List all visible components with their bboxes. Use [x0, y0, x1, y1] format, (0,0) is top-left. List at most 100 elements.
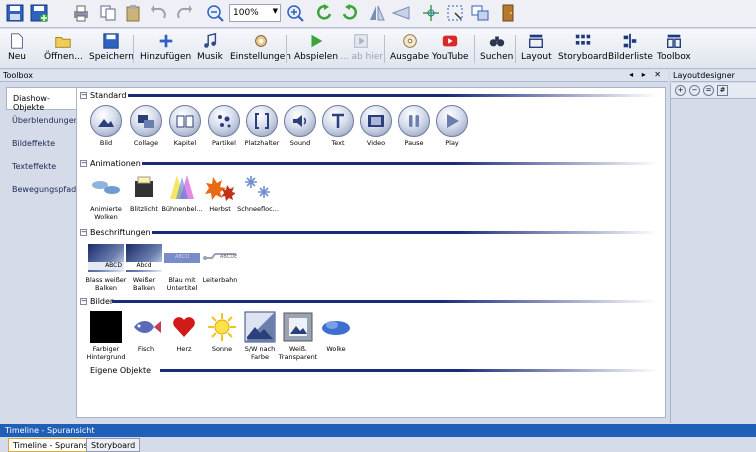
nav-transitions[interactable]: Überblendungen — [6, 110, 79, 133]
object-text[interactable]: Text — [319, 104, 357, 147]
image-list-label: Bilderliste — [608, 52, 653, 62]
anim-schneeflocken[interactable]: Schneefloc... — [237, 170, 279, 213]
open-label: Öffnen... — [44, 52, 83, 62]
zoom-out-icon[interactable]: − — [689, 85, 700, 96]
nav-image-effects[interactable]: Bildeffekte — [6, 133, 76, 156]
music-button[interactable]: Musik — [197, 32, 223, 66]
save-as-icon[interactable] — [28, 2, 50, 24]
image-wolke[interactable]: Wolke — [317, 310, 355, 353]
caption-sample: ABCDE — [220, 254, 237, 260]
print-icon[interactable] — [70, 2, 92, 24]
anim-herbst[interactable]: Herbst — [201, 170, 239, 213]
chapter-book-icon — [169, 105, 201, 137]
toolbox-icon — [666, 34, 681, 48]
crosshair-icon[interactable] — [420, 2, 442, 24]
object-kapitel[interactable]: Kapitel — [166, 104, 204, 147]
output-button[interactable]: Ausgabe — [390, 32, 429, 66]
zoom-level-select[interactable]: 100% ▼ — [229, 4, 281, 22]
image-list-button[interactable]: Bilderliste — [608, 32, 653, 66]
category-label: Beschriftungen — [90, 227, 151, 237]
sun-icon — [205, 310, 239, 344]
image-farbiger-hintergrund[interactable]: Farbiger Hintergrund — [86, 310, 126, 361]
redo-icon[interactable] — [173, 2, 195, 24]
category-eigene-objekte[interactable]: Eigene Objekte — [80, 365, 660, 375]
particle-icon — [208, 105, 240, 137]
zoom-out-icon[interactable] — [204, 2, 226, 24]
flip-horizontal-icon[interactable] — [366, 2, 388, 24]
layout-button[interactable]: Layout — [521, 32, 552, 66]
save-icon[interactable] — [4, 2, 26, 24]
undo-icon[interactable] — [148, 2, 170, 24]
clouds-icon — [89, 170, 123, 204]
rotate-right-icon[interactable] — [339, 2, 361, 24]
toolbox-button[interactable]: Toolbox — [657, 32, 691, 66]
nav-motion-paths[interactable]: Bewegungspfade — [6, 179, 81, 202]
nav-text-effects[interactable]: Texteffekte — [6, 156, 76, 179]
zoom-fit-icon[interactable]: = — [703, 85, 714, 96]
add-label: Hinzufügen — [140, 52, 192, 62]
image-sonne[interactable]: Sonne — [203, 310, 241, 353]
object-platzhalter[interactable]: Platzhalter — [243, 104, 281, 147]
category-animationen[interactable]: − Animationen — [80, 158, 660, 168]
storyboard-button[interactable]: Storyboard — [558, 32, 608, 66]
image-icon — [90, 105, 122, 137]
caption-leiterbahn[interactable]: ABCDE Leiterbahn — [201, 241, 239, 284]
object-partikel[interactable]: Partikel — [205, 104, 243, 147]
caption-blau-mit-untertitel[interactable]: ABCD Blau mit Untertitel — [163, 241, 201, 292]
settings-button[interactable]: Einstellungen — [230, 32, 291, 66]
collapse-icon[interactable]: − — [80, 91, 87, 99]
new-button[interactable]: Neu — [8, 32, 26, 66]
image-weiss-transparent[interactable]: Weiß. Transparent — [279, 310, 317, 361]
panel-controls[interactable]: ◂ ▸ ✕ — [629, 70, 664, 79]
object-collage[interactable]: Collage — [127, 104, 165, 147]
object-video[interactable]: Video — [357, 104, 395, 147]
collapse-icon[interactable]: − — [80, 228, 87, 236]
object-play[interactable]: Play — [433, 104, 471, 147]
open-button[interactable]: Öffnen... — [44, 32, 83, 66]
output-disc-icon — [402, 34, 417, 48]
rotate-left-icon[interactable] — [313, 2, 335, 24]
category-standard[interactable]: − Standard — [80, 90, 660, 100]
door-exit-icon[interactable] — [497, 2, 519, 24]
anim-wolken[interactable]: Animierte Wolken — [87, 170, 125, 221]
arrange-icon[interactable] — [469, 2, 491, 24]
collapse-icon[interactable]: − — [80, 297, 87, 305]
chevron-down-icon: ▼ — [272, 7, 278, 15]
image-sw-nach-farbe[interactable]: S/W nach Farbe — [241, 310, 279, 361]
play-from-here-button[interactable]: ... ab hier — [340, 32, 383, 66]
nav-slideshow-objects[interactable]: Diashow-Objekte — [6, 87, 76, 112]
zoom-in-icon[interactable] — [284, 2, 306, 24]
youtube-button[interactable]: YouTube — [432, 32, 469, 66]
category-beschriftungen[interactable]: − Beschriftungen — [80, 227, 660, 237]
object-bild[interactable]: Bild — [87, 104, 125, 147]
toolbox-panel: Diashow-Objekte Überblendungen Bildeffek… — [0, 83, 668, 423]
grid-icon[interactable]: # — [717, 85, 728, 96]
add-button[interactable]: Hinzufügen — [140, 32, 191, 66]
play-button[interactable]: Abspielen — [294, 32, 338, 66]
image-fisch[interactable]: Fisch — [127, 310, 165, 353]
category-divider — [152, 231, 658, 234]
tab-storyboard[interactable]: Storyboard — [86, 438, 141, 452]
paste-icon[interactable] — [122, 2, 144, 24]
zoom-in-icon[interactable]: + — [675, 85, 686, 96]
category-divider — [128, 94, 658, 97]
object-label: Play — [445, 139, 459, 147]
copy-icon[interactable] — [97, 2, 119, 24]
object-sound[interactable]: Sound — [281, 104, 319, 147]
anim-buehnenbeleuchtung[interactable]: Bühnenbel... — [161, 170, 203, 213]
caption-weisser-balken[interactable]: Abcd Weißer Balken — [125, 241, 163, 292]
bw-to-color-icon — [243, 310, 277, 344]
save-button[interactable]: Speichern — [89, 32, 134, 66]
flip-vertical-icon[interactable] — [390, 2, 412, 24]
category-bilder[interactable]: − Bilder — [80, 296, 660, 306]
collapse-icon[interactable]: − — [80, 159, 87, 167]
anim-blitzlicht[interactable]: Blitzlicht — [125, 170, 163, 213]
timeline-header: Timeline - Spuransicht — [0, 424, 756, 437]
image-herz[interactable]: Herz — [165, 310, 203, 353]
object-pause[interactable]: Pause — [395, 104, 433, 147]
caption-blass-weisser-balken[interactable]: ABCD Blass weißer Balken — [86, 241, 126, 292]
selection-icon[interactable] — [444, 2, 466, 24]
object-label: Leiterbahn — [202, 276, 238, 284]
toolbox-label: Toolbox — [657, 52, 691, 62]
search-button[interactable]: Suchen — [480, 32, 513, 66]
